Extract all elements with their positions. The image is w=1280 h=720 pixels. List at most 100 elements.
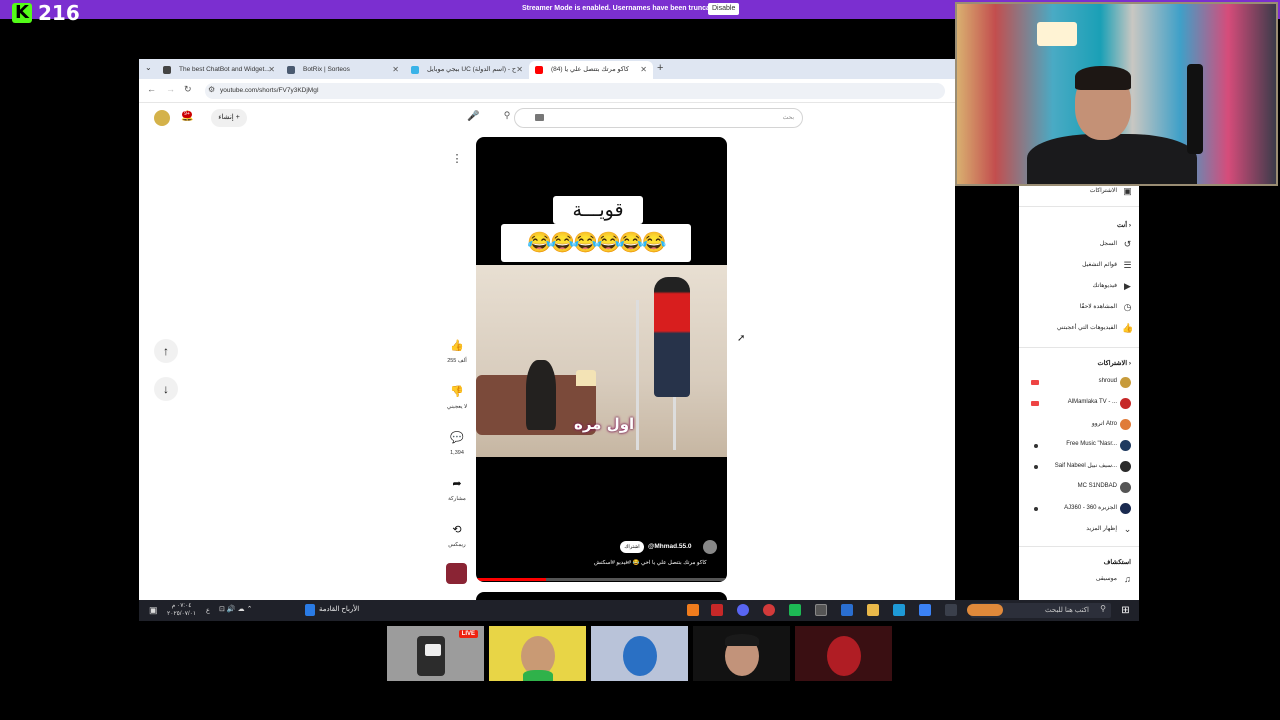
playlist-icon: ☰ [1123,260,1132,270]
remix-button[interactable]: ⟲ ريمكس [446,519,468,548]
system-tray-icons[interactable]: ⊡🔊☁⌃ [219,605,254,613]
tab-chatbot[interactable]: The best ChatBot and Widget... ✕ [157,61,281,79]
chrome-icon[interactable] [919,604,931,616]
tab-botrix[interactable]: BotRix | Sorteos ✕ [281,61,405,79]
news-widget-icon[interactable] [305,604,315,616]
more-options-icon[interactable]: ⋮ [447,149,467,169]
spotify-icon[interactable] [789,604,801,616]
sidebar-item-your-videos[interactable]: فيديوهاتك ▶ [1019,277,1139,297]
windows-start-icon[interactable]: ⊞ [1120,605,1131,616]
new-content-dot-icon [1034,507,1038,511]
comment-icon: 💬 [450,432,464,444]
new-content-dot-icon [1034,444,1038,448]
participant-tile[interactable] [489,626,586,681]
tab-title: BotRix | Sorteos [303,66,350,73]
dislike-button[interactable]: 👎 لا يعجبني [446,381,468,410]
notification-center-icon[interactable]: ▣ [149,605,158,616]
participant-tile[interactable] [795,626,892,681]
new-tab-button[interactable]: + [657,62,663,74]
comment-count: 1,394 [450,450,464,456]
subscription-name: AlMamlaka TV - ... [1067,399,1117,405]
edge-icon[interactable] [893,604,905,616]
sidebar-item-history[interactable]: السجل ↺ [1019,235,1139,255]
url-input[interactable]: ⚙ youtube.com/shorts/FV7y3KDjMgI [205,83,945,99]
subscription-name: MC S1NDBAD [1077,483,1117,489]
close-tab-icon[interactable]: ✕ [640,61,647,79]
create-button[interactable]: إنشاء + [211,109,247,127]
next-short-button[interactable]: ↓ [154,377,178,401]
search-icon[interactable]: ⚲ [499,110,515,126]
sidebar-item-subscriptions[interactable]: الاشتراكات ▣ [1019,186,1139,202]
participant-tile[interactable] [693,626,790,681]
chrome-active-icon[interactable] [815,604,827,616]
sidebar-item-playlists[interactable]: قوائم التشغيل ☰ [1019,256,1139,276]
show-more-button[interactable]: إظهار المزيد ⌄ [1019,520,1139,540]
news-widget-label[interactable]: الأرباح القادمة [319,605,359,613]
disable-streamer-mode-button[interactable]: Disable [708,3,740,15]
subscription-item[interactable]: Saif Nabeel سيف نبيل... [1019,457,1139,477]
reload-icon[interactable]: ↻ [184,84,192,95]
subscription-item[interactable]: MC S1NDBAD [1019,478,1139,498]
sidebar-item-watch-later[interactable]: المشاهدة لاحقًا ◷ [1019,298,1139,318]
dislike-label: لا يعجبني [446,404,468,410]
sidebar-item-label: المشاهدة لاحقًا [1079,304,1117,310]
video-progress-bar[interactable] [476,578,727,581]
subscription-item[interactable]: shroud [1019,373,1139,393]
back-arrow-icon[interactable]: ← [147,84,156,94]
file-explorer-icon[interactable] [867,604,879,616]
tab-strip: ⌄ The best ChatBot and Widget... ✕ BotRi… [139,59,955,79]
taskbar-clock[interactable]: ٠٧:٠٤ م ٢٠٢٥/٠٧/٠١ [167,602,196,618]
task-view-icon[interactable] [945,604,957,616]
comments-button[interactable]: 💬 1,394 [446,427,468,456]
channel-avatar [1120,461,1131,472]
bot-icon [287,66,295,74]
forward-arrow-icon[interactable]: → [166,84,175,94]
tab-pubg-uc[interactable]: ببجي موبايل UC (اسم الدولة) - ح ✕ [405,61,529,79]
you-section-heading[interactable]: أنت › [1117,221,1131,229]
subscription-item[interactable]: AlMamlaka TV - ... [1019,394,1139,414]
site-info-icon[interactable]: ⚙ [208,85,215,94]
sidebar-item-liked[interactable]: الفيديوهات التي أعجبتني 👍 [1019,319,1139,339]
subscription-item[interactable]: AJ360 - الجزيرة 360 [1019,499,1139,519]
close-tab-icon[interactable]: ✕ [268,61,275,79]
channel-avatar [1120,419,1131,430]
weather-widget-icon[interactable] [967,604,1003,616]
voice-search-mic-icon[interactable]: 🎤 [467,111,479,122]
channel-avatar[interactable] [703,540,717,554]
subscriptions-heading[interactable]: الاشتراكات › [1098,359,1132,367]
store-icon[interactable] [841,604,853,616]
short-title: كاكو مرتك بتتصل علي يا اخي 😂 #فيديو #اسك… [594,560,707,566]
sidebar-item-label: السجل [1099,241,1117,247]
subscription-item[interactable]: اتروو Atro [1019,415,1139,435]
app-icon[interactable] [711,604,723,616]
language-indicator[interactable]: ع [206,606,210,614]
tab-search-chevron-icon[interactable]: ⌄ [145,63,152,72]
share-button[interactable]: ➦ مشاركة [446,473,468,502]
previous-short-button[interactable]: ↑ [154,339,178,363]
keyboard-icon[interactable] [535,114,544,121]
sidebar-item-music[interactable]: موسيقى ♫ [1019,570,1139,590]
like-button[interactable]: 👍 255 ألف [446,335,468,364]
short-video-player[interactable]: قويـــة 😂😂😂😂😂😂 اول مره @Mhmad.55.0 اشترا… [476,137,727,582]
avatar[interactable] [154,110,170,126]
participant-tile[interactable]: LIVE [387,626,484,681]
close-tab-icon[interactable]: ✕ [392,61,399,79]
subscribe-button[interactable]: اشتراك [620,541,644,553]
viewer-count: 216 [38,1,80,25]
obs-icon[interactable] [763,604,775,616]
gear-icon [163,66,171,74]
youtube-sidebar: الاشتراكات ▣ أنت › السجل ↺ قوائم التشغيل… [1019,186,1139,600]
video-caption-top: قويـــة [553,196,643,224]
search-input[interactable]: بحث [514,108,803,128]
discord-icon[interactable] [737,604,749,616]
close-tab-icon[interactable]: ✕ [516,61,523,79]
browser-window: ⌄ The best ChatBot and Widget... ✕ BotRi… [139,59,955,600]
video-scene-caption: اول مره [574,415,635,433]
sound-thumbnail[interactable] [446,563,467,584]
vlc-icon[interactable] [687,604,699,616]
next-short-preview[interactable] [476,592,727,600]
subscription-item[interactable]: Free Music "Nasr... [1019,436,1139,456]
tab-youtube-short[interactable]: (84) كاكو مرتك بتتصل علي يا ✕ [529,61,653,79]
participant-tile[interactable] [591,626,688,681]
channel-name[interactable]: @Mhmad.55.0 [648,543,692,550]
